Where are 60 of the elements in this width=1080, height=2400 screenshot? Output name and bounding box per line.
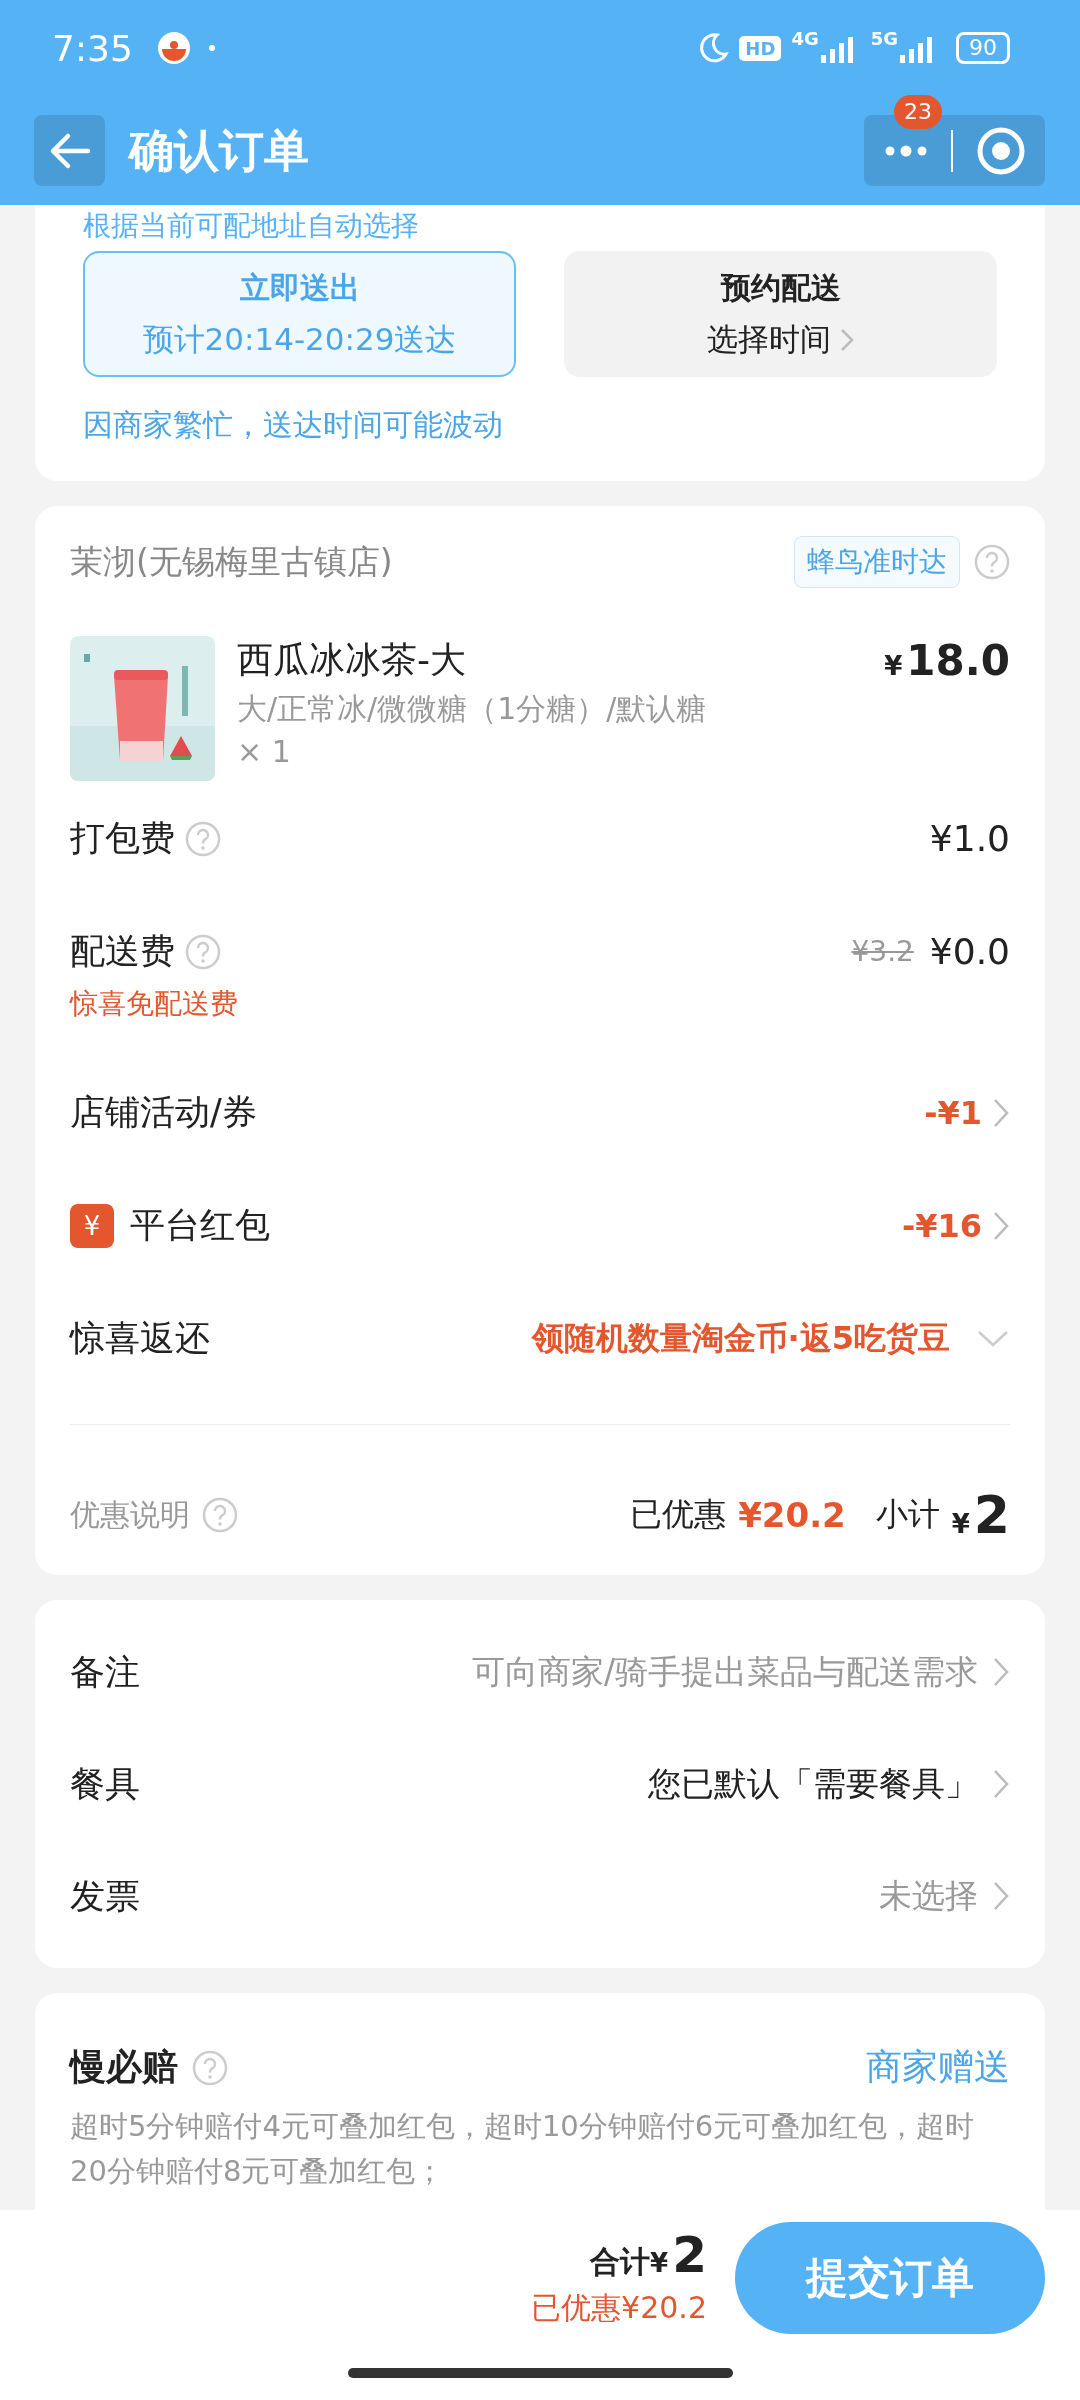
hd-badge: HD <box>739 35 782 61</box>
notification-badge: 23 <box>894 95 942 129</box>
store-name: 茉沏(无锡梅里古镇店) <box>70 540 393 583</box>
subtotal-amount: ¥2 <box>951 1485 1010 1545</box>
original-price: ¥3.2 <box>851 935 914 968</box>
saved-amount: ¥20.2 <box>738 1495 846 1535</box>
option-row[interactable]: 备注 可向商家/骑手提出菜品与配送需求 <box>70 1616 1010 1728</box>
network-label: 4G <box>791 28 819 49</box>
item-price: ¥18.0 <box>884 636 1010 685</box>
discount-info-label[interactable]: 优惠说明 <box>70 1494 190 1536</box>
delivery-option[interactable]: 预约配送 选择时间 <box>564 251 997 377</box>
help-icon[interactable] <box>185 933 221 970</box>
close-mini-app-icon[interactable] <box>975 125 1026 176</box>
help-icon[interactable] <box>974 544 1010 580</box>
discount-amount[interactable]: -¥1 <box>924 1093 982 1132</box>
charge-note: 惊喜免配送费 <box>70 986 239 1022</box>
discount-amount[interactable]: -¥16 <box>901 1206 982 1245</box>
back-button[interactable] <box>34 115 105 186</box>
order-total: 合计¥2 <box>590 2226 707 2284</box>
charge-amount: ¥0.0 <box>929 931 1010 972</box>
delivery-notice: 因商家繁忙，送达时间可能波动 <box>83 406 504 444</box>
yen-icon: ¥ <box>70 1203 114 1248</box>
total-saved: 已优惠¥20.2 <box>531 2289 707 2327</box>
charge-label: 平台红包 <box>130 1204 270 1247</box>
option-row[interactable]: 发票 未选择 <box>70 1840 1010 1952</box>
help-icon[interactable] <box>185 820 221 857</box>
submit-order-button[interactable]: 提交订单 <box>735 2221 1045 2334</box>
chevron-right-icon <box>992 1880 1010 1912</box>
charge-label: 配送费 <box>70 930 175 973</box>
chevron-down-icon[interactable] <box>976 1328 1010 1349</box>
item-name: 西瓜冰冰茶-大 <box>237 638 466 682</box>
item-specs: 大/正常冰/微微糖（1分糖）/默认糖 <box>237 690 708 728</box>
charge-amount: ¥1.0 <box>929 818 1010 859</box>
saved-label: 已优惠 <box>630 1494 727 1535</box>
reward-text[interactable]: 领随机数量淘金币·返5吃货豆 <box>531 1316 950 1361</box>
charge-label: 打包费 <box>70 817 175 860</box>
chevron-right-icon <box>838 326 855 353</box>
chevron-right-icon <box>992 1656 1010 1688</box>
compensation-description: 超时5分钟赔付4元可叠加红包，超时10分钟赔付6元可叠加红包，超时20分钟赔付8元可叠加红包； <box>70 2108 976 2190</box>
dot-icon <box>208 45 215 51</box>
option-row[interactable]: 餐具 您已默认「需要餐具」 <box>70 1728 1010 1840</box>
charge-label: 惊喜返还 <box>70 1317 210 1360</box>
help-icon[interactable] <box>192 2049 228 2086</box>
compensation-title: 慢必赔 <box>70 2045 178 2089</box>
moon-icon <box>697 32 730 64</box>
status-time: 7:35 <box>52 27 133 69</box>
network-label: 5G <box>870 28 898 49</box>
charge-label: 店铺活动/券 <box>70 1091 257 1134</box>
compensation-tag: 商家赠送 <box>866 2043 1010 2092</box>
app-notification-icon <box>156 31 191 65</box>
subtotal-label: 小计 <box>875 1494 940 1535</box>
help-icon[interactable] <box>202 1497 238 1533</box>
delivery-hint: 根据当前可配地址自动选择 <box>83 208 420 243</box>
chevron-right-icon <box>992 1768 1010 1800</box>
delivery-option[interactable]: 立即送出 预计20:14-20:29送达 <box>83 251 516 377</box>
battery-level: 90 <box>956 32 1010 64</box>
item-quantity: × 1 <box>237 734 292 769</box>
page-title: 确认订单 <box>129 122 309 179</box>
delivery-tag: 蜂鸟准时达 <box>794 536 960 588</box>
more-icon[interactable] <box>883 143 928 158</box>
